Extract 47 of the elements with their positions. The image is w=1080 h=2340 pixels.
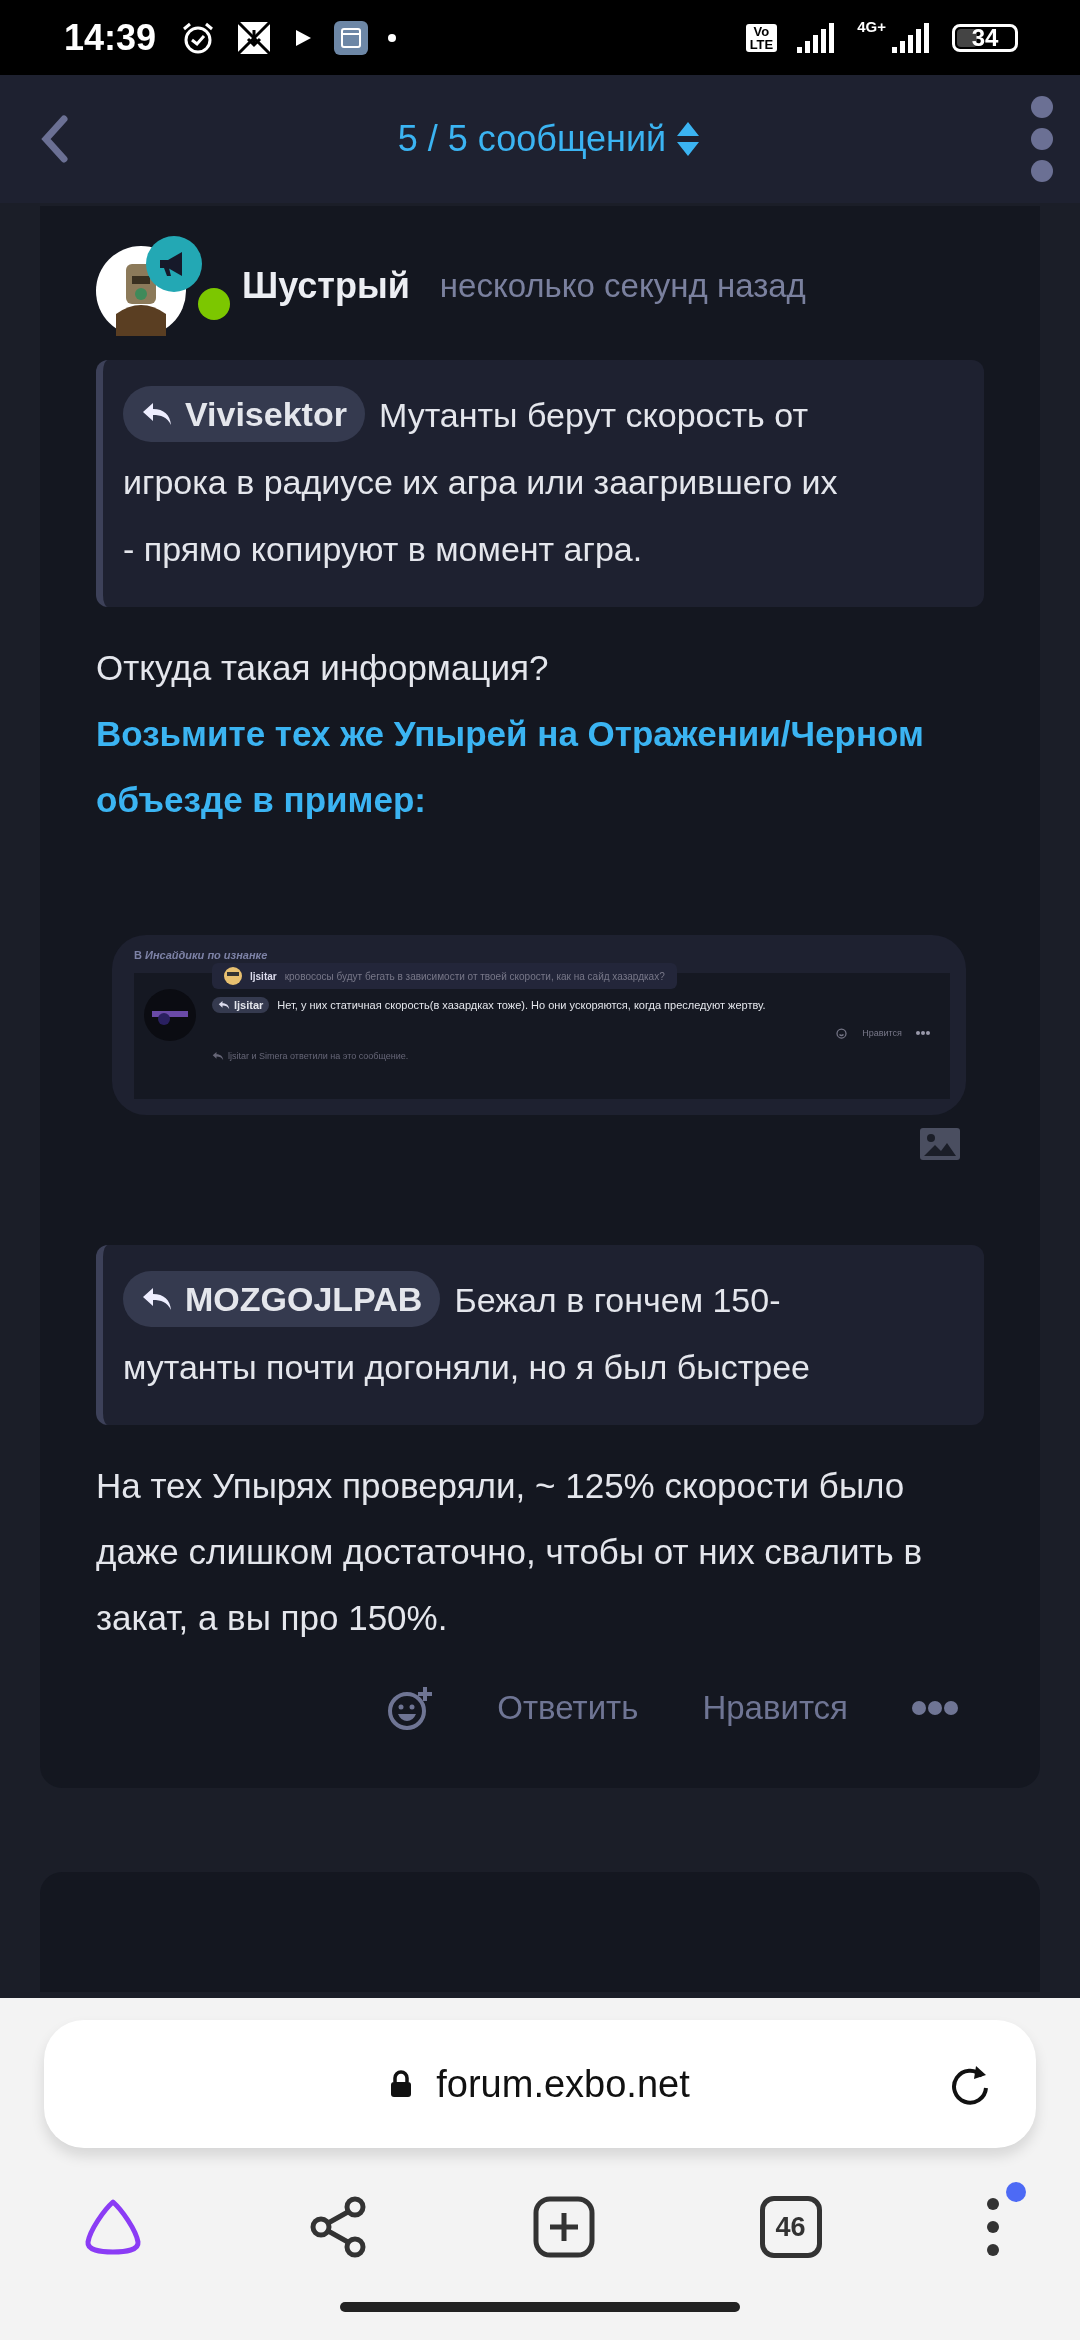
quote-author-link[interactable]: Vivisektor [123, 386, 365, 442]
post-link[interactable]: Возьмите тех же Упырей на Отражении/Черном объезде в пример: [96, 701, 984, 833]
more-icon[interactable] [1030, 95, 1054, 183]
volte-icon: Vo LTE [745, 23, 778, 52]
back-icon[interactable] [40, 115, 68, 163]
post-time[interactable]: несколько секунд назад [439, 267, 806, 305]
megaphone-icon [146, 236, 202, 292]
author-name[interactable]: Шустрый [242, 265, 410, 307]
more-icon[interactable] [912, 1701, 958, 1715]
quote-text-line: - прямо копируют в момент агра. [123, 529, 644, 570]
signal-icon [892, 22, 932, 53]
post-text: На тех Упырях проверяли, ~ 125% скорости было даже слишком достаточно, чтобы от них свалить в закат, а вы про 150%. [96, 1465, 924, 1639]
clock: 14:39 [64, 16, 157, 59]
quote-text-line: мутанты почти догоняли, но я был быстрее [123, 1347, 811, 1388]
reply-icon [141, 1286, 173, 1312]
download-icon [236, 19, 273, 56]
thread-title[interactable]: 5 / 5 сообщений [397, 118, 667, 160]
reply-icon [212, 1051, 224, 1061]
quote-text-line: Мутанты берут скорость от [378, 396, 808, 434]
popup-user: ljsitar [250, 970, 277, 982]
quote-author-link[interactable]: MOZGOJLPAB [123, 1271, 441, 1327]
more-icon [916, 1031, 930, 1035]
popup-text: кровососы будут бегать в зависимости от твоей скорости, как на сайд хазардках? [284, 970, 665, 982]
network-label: 4G+ [857, 18, 886, 35]
reply-icon [141, 401, 173, 427]
quote-text-line: игрока в радиусе их агра или заагрившего их [123, 462, 839, 503]
replies-note: ljsitar и Simera ответили на это сообщение. [228, 1051, 409, 1061]
tabs-counter[interactable]: 46 [759, 2196, 822, 2258]
emoji-add-icon [836, 1027, 849, 1039]
reply-chip: ljsitar [212, 997, 270, 1013]
action-link[interactable]: Ответить [497, 1689, 639, 1727]
lock-icon [390, 2070, 413, 2098]
thread-name: В Инсайдики по изнанке [134, 949, 269, 961]
reply-icon [218, 1000, 230, 1010]
app-icon [334, 20, 369, 55]
emoji-add-icon[interactable] [387, 1685, 434, 1731]
action-link[interactable]: Нравится [702, 1689, 848, 1727]
message-text: Нет, у них статичная скорость(в хазардках тоже). Но они ускоряются, когда преследуют жертву. [277, 999, 766, 1011]
address-bar[interactable]: forum.exbo.net [44, 2020, 1036, 2148]
quote-text-line: Бежал в гончем 150- [454, 1281, 781, 1319]
new-tab-icon[interactable] [533, 2196, 595, 2258]
sort-icon[interactable] [676, 120, 701, 158]
menu-icon[interactable] [986, 2196, 1000, 2258]
like-label: Нравится [862, 1028, 902, 1038]
post-text: Откуда такая информация? [96, 647, 550, 689]
dot-icon [388, 33, 397, 42]
battery-indicator: 34 [952, 23, 1018, 52]
